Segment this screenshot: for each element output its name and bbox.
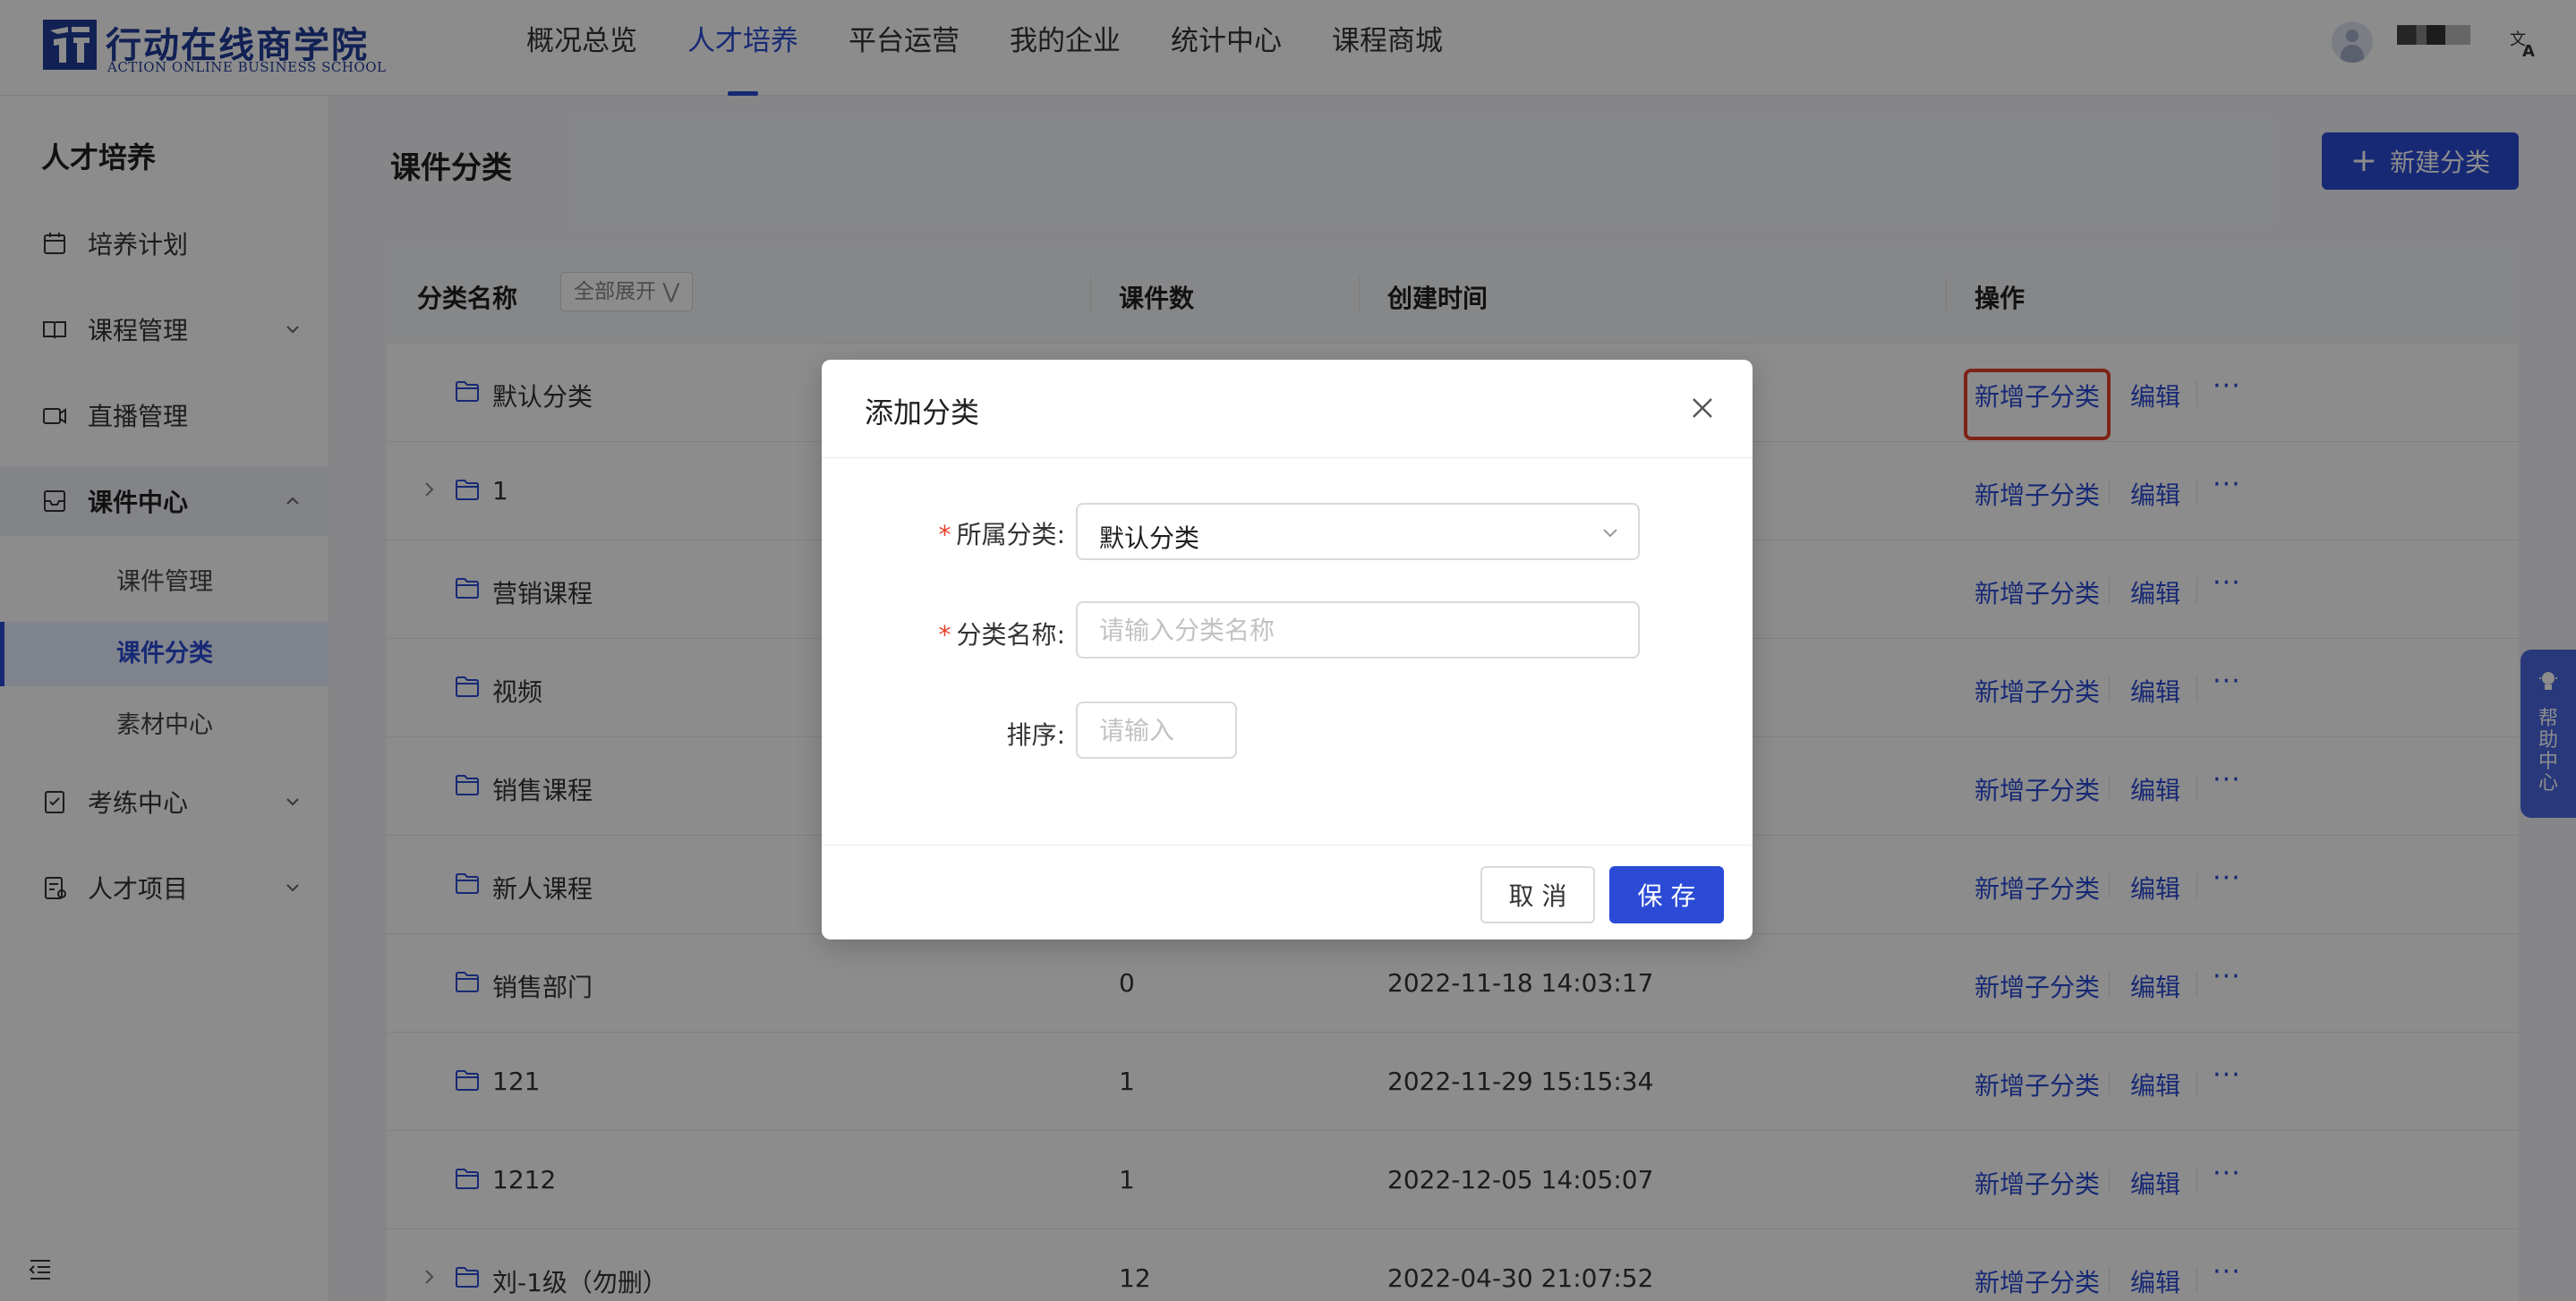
parent-category-select[interactable]: 默认分类 (1076, 503, 1640, 560)
category-name-label: * 分类名称: (938, 620, 1065, 650)
dialog-header: 添加分类 (822, 360, 1753, 458)
sort-order-label: 排序: (1006, 720, 1065, 750)
parent-category-label: * 所属分类: (938, 520, 1065, 549)
close-icon[interactable] (1690, 395, 1715, 421)
parent-category-value: 默认分类 (1099, 523, 1200, 553)
chevron-down-icon (1603, 529, 1617, 538)
dialog-footer-divider (822, 845, 1753, 846)
required-mark: * (938, 520, 951, 549)
sort-order-input[interactable] (1076, 702, 1237, 759)
cancel-button[interactable]: 取 消 (1480, 866, 1595, 923)
required-mark: * (938, 620, 951, 650)
save-button[interactable]: 保 存 (1609, 866, 1724, 923)
add-category-dialog: 添加分类 *所属分类: 默认分类 *分类名称: 排序: 取 消 保 存 (822, 360, 1753, 940)
dialog-title: 添加分类 (865, 395, 980, 429)
category-name-input[interactable] (1076, 601, 1640, 659)
